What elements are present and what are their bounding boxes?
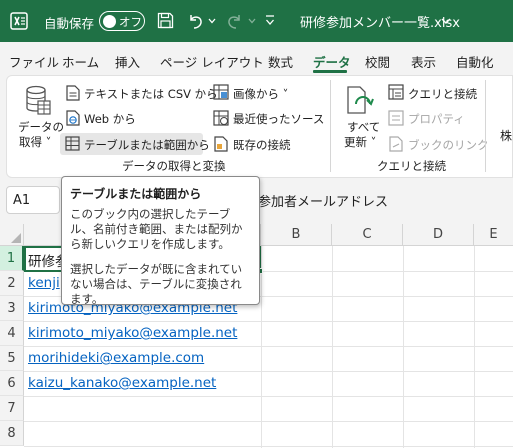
column-header-b[interactable]: B bbox=[261, 224, 332, 246]
autosave-state: オフ bbox=[119, 15, 142, 29]
ribbon-tabs: ファイル ホーム 挿入 ページ レイアウト 数式 データ 校閲 表示 自動化 bbox=[0, 42, 513, 74]
tooltip: テーブルまたは範囲から このブック内の選択したテーブル、名前付き範囲、または配列… bbox=[61, 176, 260, 306]
toggle-knob bbox=[103, 14, 116, 28]
tab-formulas[interactable]: 数式 bbox=[268, 52, 293, 71]
save-icon[interactable] bbox=[157, 12, 174, 29]
tooltip-title: テーブルまたは範囲から bbox=[70, 187, 202, 201]
gridline bbox=[332, 246, 333, 448]
tab-data[interactable]: データ bbox=[313, 52, 351, 71]
recent-sources-button[interactable]: 最近使ったソース bbox=[233, 111, 324, 127]
gridline bbox=[474, 246, 475, 448]
from-text-csv-button[interactable]: テキストまたは CSV から bbox=[84, 86, 218, 102]
gridline bbox=[24, 346, 513, 347]
redo-dropdown-icon[interactable] bbox=[248, 17, 256, 25]
database-icon[interactable] bbox=[24, 84, 52, 116]
refresh-all-label-2[interactable]: 更新 ˅ bbox=[344, 134, 376, 150]
row-header-5[interactable]: 5 bbox=[0, 346, 24, 371]
properties-button[interactable]: プロパティ bbox=[408, 111, 465, 127]
tab-file[interactable]: ファイル bbox=[9, 52, 59, 71]
gridline bbox=[403, 246, 404, 448]
column-header-e[interactable]: E bbox=[474, 224, 513, 246]
excel-logo-icon bbox=[10, 12, 28, 30]
link-icon bbox=[389, 136, 403, 152]
chevron-down-icon[interactable] bbox=[441, 17, 451, 25]
cell-a6[interactable]: kaizu_kanako@example.net bbox=[28, 375, 216, 391]
row-header-1[interactable]: 1 bbox=[0, 246, 24, 271]
properties-icon bbox=[388, 110, 404, 126]
tab-automate[interactable]: 自動化 bbox=[456, 52, 494, 71]
name-box[interactable]: A1 bbox=[6, 186, 60, 214]
group-get-transform-label: データの取得と変換 bbox=[122, 159, 226, 173]
existing-connections-button[interactable]: 既存の接続 bbox=[233, 137, 291, 153]
existing-connections-icon bbox=[214, 136, 228, 152]
cell-a4[interactable]: kirimoto_miyako@example.net bbox=[28, 325, 237, 341]
autosave-label: 自動保存 bbox=[44, 16, 95, 31]
tooltip-body: このブック内の選択したテーブル、名前付き範囲、または配列から新しいクエリを作成し… bbox=[70, 207, 243, 251]
from-table-range-button[interactable]: テーブルまたは範囲から bbox=[84, 137, 210, 153]
stocks-button-partial[interactable]: 株 bbox=[500, 127, 512, 144]
row-header-6[interactable]: 6 bbox=[0, 371, 24, 396]
row-header-8[interactable]: 8 bbox=[0, 421, 24, 446]
group-queries-label: クエリと接続 bbox=[377, 159, 446, 173]
gridline bbox=[24, 321, 513, 322]
row-header-4[interactable]: 4 bbox=[0, 321, 24, 346]
formula-input[interactable]: 参加者メールアドレス bbox=[258, 191, 388, 210]
gridline bbox=[24, 421, 513, 422]
redo-icon[interactable] bbox=[226, 12, 244, 30]
cell-a5[interactable]: morihideki@example.com bbox=[28, 350, 204, 366]
tab-insert[interactable]: 挿入 bbox=[115, 52, 140, 71]
tab-review[interactable]: 校閲 bbox=[365, 52, 390, 71]
corner-triangle-icon bbox=[11, 233, 21, 243]
text-file-icon bbox=[66, 85, 80, 101]
autosave-toggle[interactable]: オフ bbox=[99, 11, 145, 31]
group-separator bbox=[330, 80, 331, 172]
tab-page-layout[interactable]: ページ レイアウト bbox=[160, 52, 264, 71]
name-box-value: A1 bbox=[13, 193, 31, 208]
file-name[interactable]: 研修参加メンバー一覧.xlsx bbox=[300, 12, 460, 31]
title-bar: 自動保存 オフ 研修参加メンバー一覧.xlsx bbox=[0, 0, 513, 42]
get-data-label-2[interactable]: 取得 ˅ bbox=[19, 134, 51, 150]
refresh-all-label-1[interactable]: すべて bbox=[347, 119, 380, 135]
row-header-3[interactable]: 3 bbox=[0, 296, 24, 321]
from-picture-button[interactable]: 画像から ˅ bbox=[233, 86, 288, 102]
column-header-c[interactable]: C bbox=[332, 224, 403, 246]
table-icon bbox=[65, 136, 80, 151]
undo-icon[interactable] bbox=[186, 12, 204, 30]
cell-a2[interactable]: kenji bbox=[28, 275, 60, 291]
gridline bbox=[24, 446, 513, 447]
gridline bbox=[24, 371, 513, 372]
edit-links-button[interactable]: ブックのリンク bbox=[408, 137, 489, 153]
column-header-d[interactable]: D bbox=[403, 224, 474, 246]
refresh-all-icon[interactable] bbox=[345, 84, 375, 116]
row-header-7[interactable]: 7 bbox=[0, 396, 24, 421]
tab-home[interactable]: ホーム bbox=[62, 52, 99, 71]
gridline bbox=[261, 246, 262, 448]
undo-dropdown-icon[interactable] bbox=[208, 17, 216, 25]
picture-icon bbox=[213, 84, 229, 100]
select-all-corner[interactable] bbox=[0, 224, 24, 246]
web-icon bbox=[66, 110, 80, 126]
group-separator bbox=[485, 80, 486, 172]
queries-connections-icon bbox=[388, 84, 404, 100]
row-header-2[interactable]: 2 bbox=[0, 271, 24, 296]
gridline bbox=[24, 396, 513, 397]
get-data-label-1[interactable]: データの bbox=[18, 119, 64, 135]
active-tab-indicator bbox=[313, 70, 347, 73]
from-web-button[interactable]: Web から bbox=[84, 111, 136, 127]
queries-connections-button[interactable]: クエリと接続 bbox=[408, 86, 477, 102]
tooltip-body-2: 選択したデータが既に含まれていない場合は、テーブルに変換されます。 bbox=[70, 262, 243, 306]
customize-toolbar-icon[interactable] bbox=[265, 14, 275, 26]
tab-view[interactable]: 表示 bbox=[411, 52, 436, 71]
recent-sources-icon bbox=[213, 110, 229, 126]
